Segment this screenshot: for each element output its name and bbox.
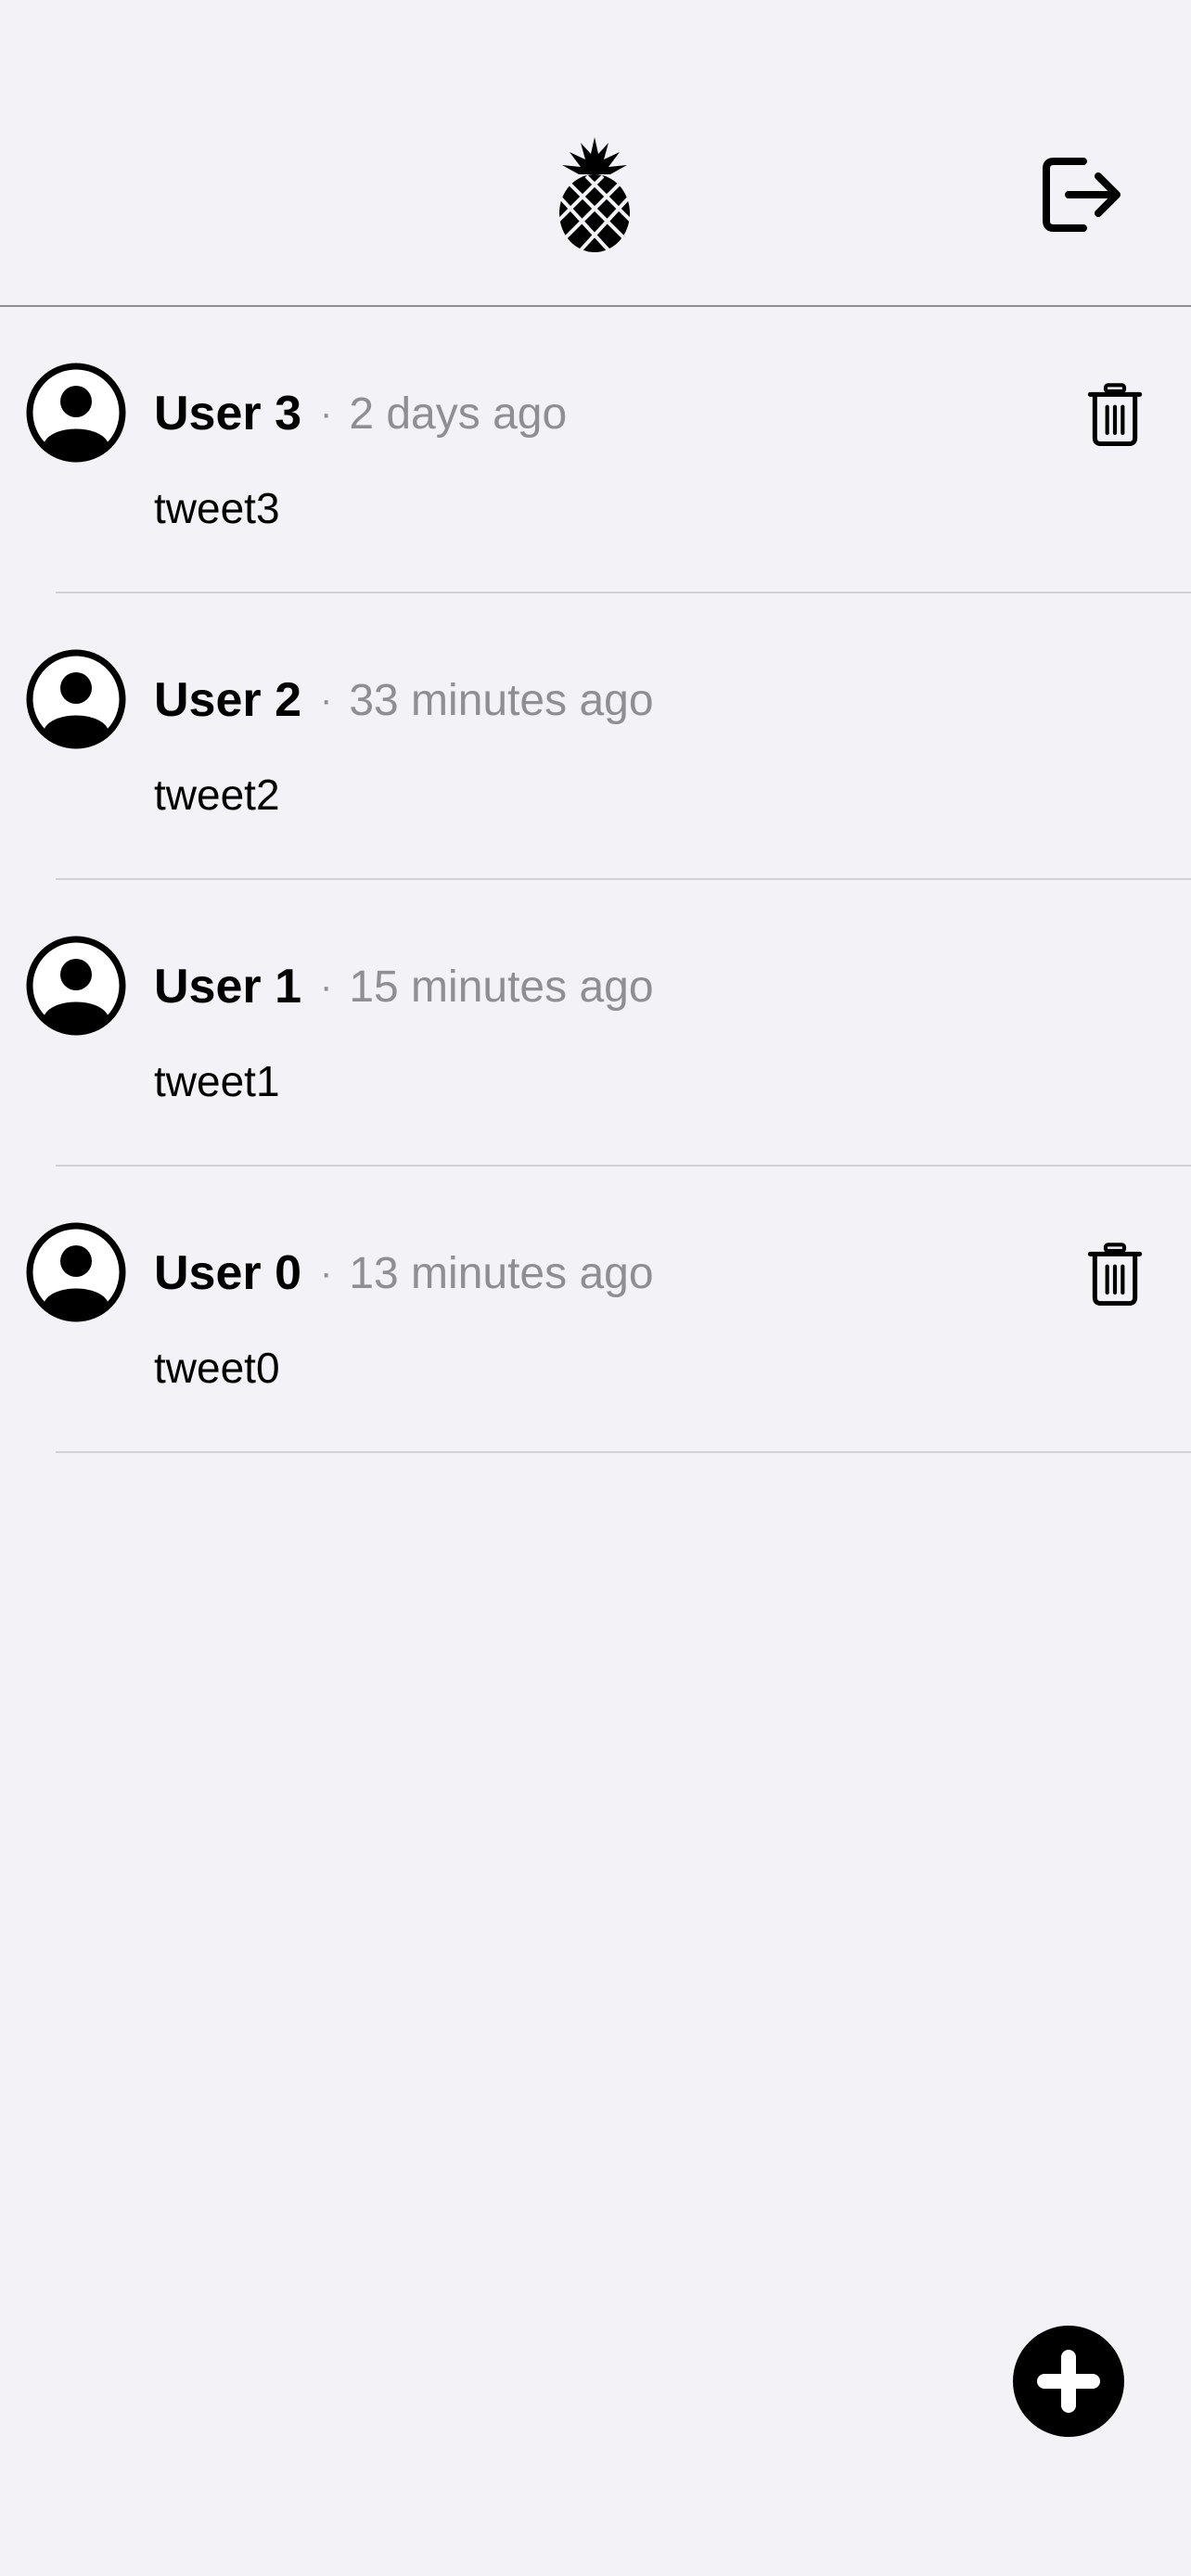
avatar-icon — [26, 1222, 126, 1322]
separator-dot: · — [320, 392, 333, 434]
separator-dot: · — [320, 679, 333, 721]
new-tweet-button[interactable] — [1013, 2326, 1124, 2437]
tweet-row[interactable]: User 2 · 33 minutes ago tweet2 — [0, 593, 1191, 880]
tweet-username: User 2 — [154, 673, 301, 727]
row-divider — [56, 1451, 1191, 1453]
trash-icon — [1087, 1243, 1143, 1306]
tweet-header: User 0 · 13 minutes ago — [154, 1241, 654, 1306]
avatar-icon — [26, 363, 126, 463]
tweet-username: User 1 — [154, 960, 301, 1014]
tweet-header: User 3 · 2 days ago — [154, 381, 567, 446]
tweet-text: tweet2 — [154, 771, 280, 819]
tweet-header: User 1 · 15 minutes ago — [154, 954, 654, 1019]
tweet-timestamp: 13 minutes ago — [349, 1248, 654, 1298]
tweet-row[interactable]: User 0 · 13 minutes ago tweet0 — [0, 1167, 1191, 1453]
tweet-text: tweet1 — [154, 1057, 280, 1105]
tweet-timestamp: 15 minutes ago — [349, 962, 654, 1012]
tweet-timestamp: 2 days ago — [349, 389, 568, 439]
delete-tweet-button[interactable] — [1082, 377, 1148, 452]
logout-button[interactable] — [1035, 148, 1128, 241]
tweet-row[interactable]: User 3 · 2 days ago tweet3 — [0, 307, 1191, 593]
tweet-timestamp: 33 minutes ago — [349, 675, 654, 725]
separator-dot: · — [320, 965, 333, 1007]
app-header — [0, 0, 1191, 307]
tweet-username: User 3 — [154, 387, 301, 440]
tweet-text: tweet3 — [154, 484, 280, 532]
avatar-icon — [26, 649, 126, 749]
avatar-icon — [26, 936, 126, 1036]
separator-dot: · — [320, 1252, 333, 1294]
tweet-header: User 2 · 33 minutes ago — [154, 668, 654, 733]
tweet-username: User 0 — [154, 1246, 301, 1300]
logout-icon — [1043, 158, 1121, 232]
tweet-text: tweet0 — [154, 1344, 280, 1392]
trash-icon — [1087, 383, 1143, 446]
delete-tweet-button[interactable] — [1082, 1237, 1148, 1311]
pineapple-icon — [555, 137, 634, 252]
tweet-feed: User 3 · 2 days ago tweet3 User 2 · 33 m… — [0, 307, 1191, 1453]
tweet-row[interactable]: User 1 · 15 minutes ago tweet1 — [0, 880, 1191, 1167]
